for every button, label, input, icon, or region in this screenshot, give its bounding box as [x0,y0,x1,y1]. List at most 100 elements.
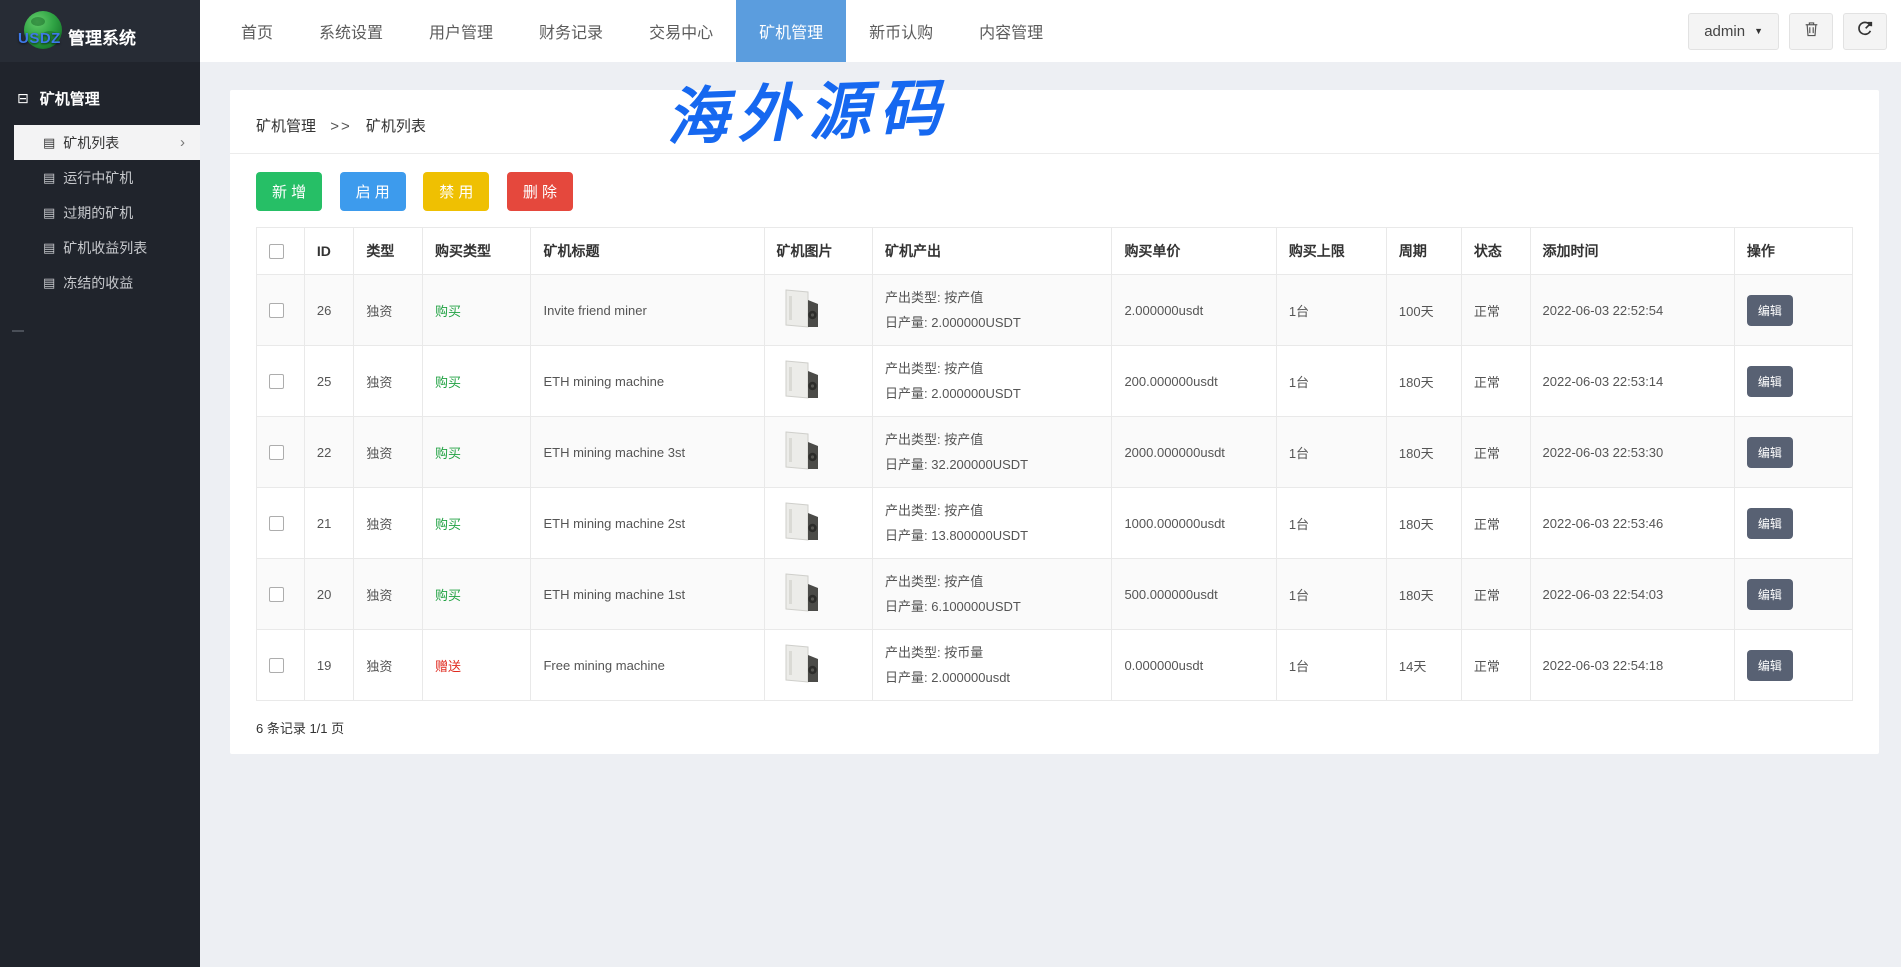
cell-added: 2022-06-03 22:53:30 [1530,417,1734,488]
cell-period: 100天 [1386,275,1461,346]
toolbar-button[interactable]: 新 增 [256,172,322,211]
toolbar-button[interactable]: 启 用 [340,172,406,211]
cell-buy-type: 购买 [422,559,531,630]
logout-button[interactable] [1843,13,1887,50]
col-actions: 操作 [1734,228,1852,275]
cell-image [764,559,873,630]
row-checkbox[interactable] [269,587,284,602]
miner-table-wrap: ID 类型 购买类型 矿机标题 矿机图片 矿机产出 购买单价 购买上限 周期 状… [230,227,1879,701]
cell-image [764,275,873,346]
edit-button[interactable]: 编辑 [1747,508,1793,539]
nav-tab[interactable]: 用户管理 [406,0,516,62]
logout-icon [1856,20,1874,43]
edit-button[interactable]: 编辑 [1747,579,1793,610]
cell-added: 2022-06-03 22:52:54 [1530,275,1734,346]
cell-id: 21 [304,488,353,559]
cell-image [764,630,873,701]
nav-tab[interactable]: 矿机管理 [736,0,846,62]
table-row: 26 独资 购买 Invite friend miner [257,275,1853,346]
cell-status: 正常 [1461,488,1530,559]
sidebar-item-label: 矿机收益列表 [63,238,147,258]
clear-cache-button[interactable] [1789,13,1833,50]
sidebar-item[interactable]: ▤ 运行中矿机 › [0,160,200,195]
sidebar-item[interactable]: ▤ 冻结的收益 › [0,265,200,300]
cell-output: 产出类型: 按产值 日产量: 2.000000USDT [873,346,1112,417]
row-checkbox[interactable] [269,445,284,460]
cell-image [764,346,873,417]
nav-tab[interactable]: 系统设置 [296,0,406,62]
cell-type: 独资 [354,346,423,417]
chevron-right-icon: › [180,134,185,151]
table-row: 20 独资 购买 ETH mining machine 1st [257,559,1853,630]
select-all-checkbox[interactable] [269,244,284,259]
cell-title: ETH mining machine [531,346,764,417]
cell-id: 22 [304,417,353,488]
document-icon: ▤ [43,170,55,186]
sidebar-item[interactable]: ▤ 矿机收益列表 › [0,230,200,265]
col-price: 购买单价 [1112,228,1276,275]
sidebar-section-mining[interactable]: ⊟ 矿机管理 [0,62,200,125]
cell-price: 0.000000usdt [1112,630,1276,701]
sidebar-item[interactable]: ▤ 矿机列表 › [14,125,200,160]
cell-limit: 1台 [1276,630,1386,701]
sidebar-items: ▤ 矿机列表 › ▤ 运行中矿机 › ▤ 过期的矿机 › ▤ 矿机收益列表 › [0,125,200,300]
col-buy-type: 购买类型 [422,228,531,275]
caret-down-icon: ▼ [1754,26,1763,36]
col-title: 矿机标题 [531,228,764,275]
nav-tab[interactable]: 财务记录 [516,0,626,62]
nav-tab[interactable]: 内容管理 [956,0,1066,62]
row-checkbox[interactable] [269,658,284,673]
cell-status: 正常 [1461,559,1530,630]
toolbar-button[interactable]: 删 除 [507,172,573,211]
cell-period: 180天 [1386,559,1461,630]
cell-image [764,488,873,559]
breadcrumb-parent[interactable]: 矿机管理 [256,118,316,135]
cell-buy-type: 购买 [422,346,531,417]
cell-id: 20 [304,559,353,630]
navbar-right: admin ▼ [1688,0,1901,62]
cell-title: Invite friend miner [531,275,764,346]
toolbar-button[interactable]: 禁 用 [423,172,489,211]
cell-period: 180天 [1386,417,1461,488]
row-checkbox[interactable] [269,303,284,318]
sidebar-item[interactable]: ▤ 过期的矿机 › [0,195,200,230]
nav-tab[interactable]: 新币认购 [846,0,956,62]
breadcrumb-separator: >> [330,118,352,135]
user-dropdown[interactable]: admin ▼ [1688,13,1779,50]
cell-status: 正常 [1461,346,1530,417]
breadcrumb-current[interactable]: 矿机列表 [366,118,426,135]
cell-limit: 1台 [1276,346,1386,417]
table-header-row: ID 类型 购买类型 矿机标题 矿机图片 矿机产出 购买单价 购买上限 周期 状… [257,228,1853,275]
cell-status: 正常 [1461,417,1530,488]
cell-type: 独资 [354,559,423,630]
cell-title: Free mining machine [531,630,764,701]
document-icon: ▤ [43,275,55,291]
edit-button[interactable]: 编辑 [1747,295,1793,326]
output-daily: 日产量: 6.100000USDT [885,594,1105,619]
cell-buy-type: 购买 [422,417,531,488]
cell-added: 2022-06-03 22:54:03 [1530,559,1734,630]
edit-button[interactable]: 编辑 [1747,437,1793,468]
cell-actions: 编辑 [1734,559,1852,630]
output-daily: 日产量: 2.000000USDT [885,381,1105,406]
miner-image [777,429,823,476]
col-type: 类型 [354,228,423,275]
cell-output: 产出类型: 按产值 日产量: 6.100000USDT [873,559,1112,630]
edit-button[interactable]: 编辑 [1747,366,1793,397]
miner-image [777,287,823,334]
cell-price: 200.000000usdt [1112,346,1276,417]
row-checkbox[interactable] [269,374,284,389]
nav-tab[interactable]: 交易中心 [626,0,736,62]
main-area: 海外源码 矿机管理 >> 矿机列表 新 增 启 用 禁 用 删 除 [200,62,1901,967]
output-type: 产出类型: 按产值 [885,569,1105,594]
cell-id: 19 [304,630,353,701]
cell-price: 2000.000000usdt [1112,417,1276,488]
cell-output: 产出类型: 按产值 日产量: 2.000000USDT [873,275,1112,346]
row-checkbox[interactable] [269,516,284,531]
col-added: 添加时间 [1530,228,1734,275]
nav-tab[interactable]: 首页 [218,0,296,62]
col-image: 矿机图片 [764,228,873,275]
col-output: 矿机产出 [873,228,1112,275]
sidebar-item-label: 矿机列表 [63,133,119,153]
edit-button[interactable]: 编辑 [1747,650,1793,681]
